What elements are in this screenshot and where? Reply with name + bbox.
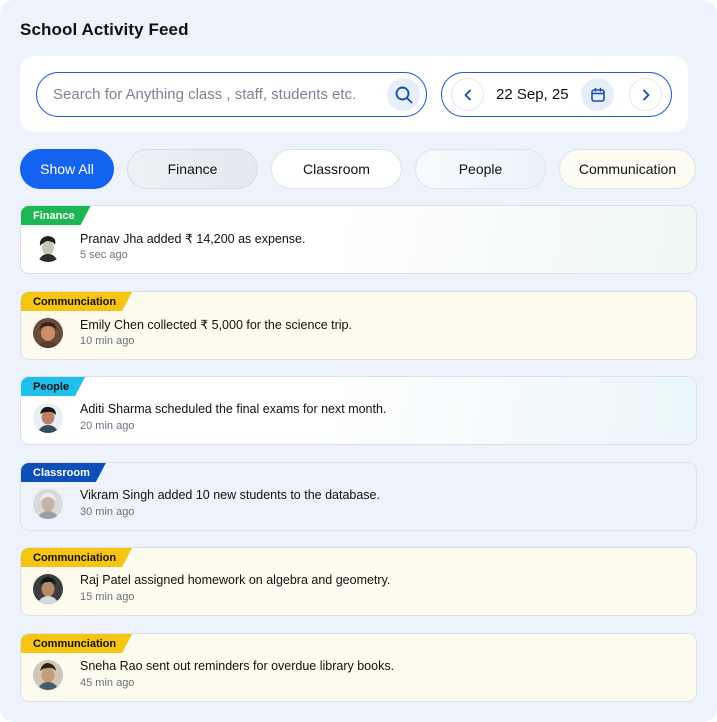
search-button[interactable]	[387, 78, 420, 111]
feed-item[interactable]: Classroom Vikram Singh added 10 new stud…	[20, 462, 697, 531]
filter-chip-show-all[interactable]: Show All	[20, 149, 114, 189]
feed-message: Pranav Jha added ₹ 14,200 as expense.	[80, 232, 306, 246]
feed-timestamp: 20 min ago	[80, 420, 135, 432]
feed-timestamp: 45 min ago	[80, 677, 135, 689]
category-tag: Finance	[21, 206, 91, 225]
filter-chip-communication[interactable]: Communication	[559, 149, 696, 189]
user-avatar-icon	[33, 232, 63, 262]
feed-item[interactable]: Communciation Sneha Rao sent out reminde…	[20, 633, 697, 702]
avatar	[33, 489, 63, 519]
toolbar: Search for Anything class , staff, stude…	[20, 56, 688, 132]
search-input[interactable]: Search for Anything class , staff, stude…	[36, 72, 427, 117]
page-title: School Activity Feed	[20, 20, 189, 39]
category-tag: Communciation	[21, 548, 132, 567]
activity-feed-panel: School Activity Feed Search for Anything…	[0, 0, 717, 722]
feed-item[interactable]: Finance Pranav Jha added ₹ 14,200 as exp…	[20, 205, 697, 274]
calendar-icon	[590, 87, 605, 102]
feed-message: Vikram Singh added 10 new students to th…	[80, 488, 380, 502]
feed-timestamp: 5 sec ago	[80, 249, 128, 261]
feed-timestamp: 15 min ago	[80, 591, 135, 603]
user-avatar-icon	[33, 318, 63, 348]
user-avatar-icon	[33, 660, 63, 690]
feed-item[interactable]: People Aditi Sharma scheduled the final …	[20, 376, 697, 445]
avatar	[33, 660, 63, 690]
search-placeholder: Search for Anything class , staff, stude…	[53, 86, 357, 103]
chevron-left-icon	[464, 89, 471, 100]
previous-date-button[interactable]	[451, 78, 484, 111]
category-tag: Communciation	[21, 292, 132, 311]
chevron-right-icon	[642, 89, 649, 100]
feed-timestamp: 30 min ago	[80, 506, 135, 518]
avatar	[33, 574, 63, 604]
date-value: 22 Sep, 25	[496, 86, 569, 103]
user-avatar-icon	[33, 574, 63, 604]
user-avatar-icon	[33, 489, 63, 519]
feed-message: Emily Chen collected ₹ 5,000 for the sci…	[80, 318, 352, 332]
feed-item[interactable]: Communciation Raj Patel assigned homewor…	[20, 547, 697, 616]
filter-chip-finance[interactable]: Finance	[127, 149, 258, 189]
feed-message: Sneha Rao sent out reminders for overdue…	[80, 659, 395, 673]
category-tag: Communciation	[21, 634, 132, 653]
avatar	[33, 318, 63, 348]
filter-chip-classroom[interactable]: Classroom	[271, 149, 402, 189]
feed-timestamp: 10 min ago	[80, 335, 135, 347]
feed-message: Aditi Sharma scheduled the final exams f…	[80, 402, 387, 416]
user-avatar-icon	[33, 403, 63, 433]
search-icon	[395, 86, 412, 103]
category-tag: Classroom	[21, 463, 106, 482]
calendar-button[interactable]	[581, 78, 614, 111]
avatar	[33, 403, 63, 433]
feed-message: Raj Patel assigned homework on algebra a…	[80, 573, 391, 587]
next-date-button[interactable]	[629, 78, 662, 111]
avatar	[33, 232, 63, 262]
category-tag: People	[21, 377, 85, 396]
date-picker: 22 Sep, 25	[441, 72, 672, 117]
feed-item[interactable]: Communciation Emily Chen collected ₹ 5,0…	[20, 291, 697, 360]
filter-chip-people[interactable]: People	[415, 149, 546, 189]
